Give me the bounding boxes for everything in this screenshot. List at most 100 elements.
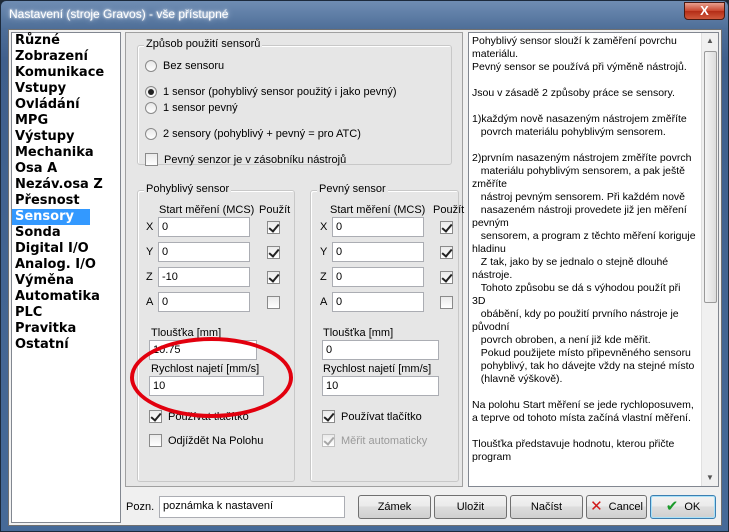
fixed_sensor-axis-x-field[interactable]: 0 (332, 217, 424, 237)
radio-no-sensor[interactable]: Bez sensoru (145, 60, 224, 72)
radio-circle[interactable] (145, 128, 157, 140)
sidebar-item[interactable]: Automatika (12, 289, 120, 305)
movable-speed-field[interactable]: 10 (149, 376, 264, 396)
go-away-checkbox[interactable]: Odjíždět Na Polohu (149, 434, 263, 447)
movable_sensor-axis-z-field[interactable]: -10 (158, 267, 250, 287)
fixed_sensor-axis-z-use-checkbox[interactable] (440, 271, 453, 284)
sidebar-item[interactable]: Osa A (12, 161, 120, 177)
fixed_sensor-axis-y-field[interactable]: 0 (332, 242, 424, 262)
movable_sensor-axis-a-use-checkbox[interactable] (267, 296, 280, 309)
sidebar-item[interactable]: PLC (12, 305, 120, 321)
checkbox-box[interactable] (149, 410, 162, 423)
help-panel[interactable]: Pohyblivý sensor slouží k zaměření povrc… (468, 32, 719, 487)
checkbox-label: Pevný senzor je v zásobníku nástrojů (164, 153, 347, 166)
movable_sensor-axis-z-use-checkbox[interactable] (267, 271, 280, 284)
movable_sensor-axis-a-field[interactable]: 0 (158, 292, 250, 312)
scroll-up-icon[interactable]: ▲ (702, 33, 718, 49)
sidebar-item[interactable]: Mechanika (12, 145, 120, 161)
fixed_sensor-axis-z-field[interactable]: 0 (332, 267, 424, 287)
sidebar-item[interactable]: Sensory (12, 209, 90, 225)
auto-measure-checkbox: Měřit automaticky (322, 434, 427, 447)
fixed_sensor-axis-x-use-checkbox[interactable] (440, 221, 453, 234)
ok-check-icon: ✔ (665, 498, 679, 515)
radio-circle[interactable] (145, 86, 157, 98)
checkbox-box[interactable] (145, 153, 158, 166)
checkbox-box[interactable] (149, 434, 162, 447)
fixed-in-magazine-checkbox[interactable]: Pevný senzor je v zásobníku nástrojů (145, 153, 346, 166)
ok-button[interactable]: ✔ OK (650, 495, 716, 519)
fixed_sensor-axis-a-use-checkbox[interactable] (440, 296, 453, 309)
checkbox-box (322, 434, 335, 447)
checkbox-label: Používat tlačítko (168, 410, 249, 423)
sidebar-item[interactable]: Zobrazení (12, 49, 120, 65)
movable_sensor-axis-label: A (146, 296, 154, 308)
title-bar[interactable]: Nastavení (stroje Gravos) - vše přístupn… (1, 1, 728, 29)
fixed_sensor-axis-y-use-checkbox[interactable] (440, 246, 453, 259)
radio-label: 1 sensor pevný (163, 102, 238, 114)
checkbox-label: Měřit automaticky (341, 434, 428, 447)
fixed_sensor-axis-label: Y (320, 246, 328, 258)
movable_sensor-axis-x-field[interactable]: 0 (158, 217, 250, 237)
fixed_sensor-axis-label: A (320, 296, 328, 308)
movable_sensor-axis-label: X (146, 221, 154, 233)
fixed-col-use: Použít (433, 204, 465, 216)
fixed_sensor-axis-a-field[interactable]: 0 (332, 292, 424, 312)
movable-col-start: Start měření (MCS) (159, 204, 255, 216)
movable-use-button-checkbox[interactable]: Používat tlačítko (149, 410, 249, 423)
radio-one-fixed-sensor[interactable]: 1 sensor pevný (145, 102, 238, 114)
sidebar-item[interactable]: MPG (12, 113, 120, 129)
movable-sensor-legend: Pohyblivý sensor (144, 183, 232, 195)
sensor-settings-panel: Způsob použití sensorů Bez sensoru 1 sen… (125, 32, 465, 487)
usage-group-legend: Způsob použití sensorů (144, 38, 263, 50)
movable_sensor-axis-y-use-checkbox[interactable] (267, 246, 280, 259)
fixed-speed-field[interactable]: 10 (322, 376, 439, 396)
movable_sensor-axis-label: Z (146, 271, 153, 283)
sidebar-item[interactable]: Ovládání (12, 97, 120, 113)
cancel-label: Cancel (608, 501, 643, 513)
checkbox-label: Používat tlačítko (341, 410, 422, 423)
radio-one-sensor-both[interactable]: 1 sensor (pohyblivý sensor použitý i jak… (145, 86, 397, 98)
movable-thickness-field[interactable]: 10.75 (149, 340, 257, 360)
sidebar-item[interactable]: Různé (12, 33, 120, 49)
scroll-thumb[interactable] (704, 51, 717, 303)
sidebar-item[interactable]: Výstupy (12, 129, 120, 145)
checkbox-box[interactable] (322, 410, 335, 423)
load-button[interactable]: Načíst (510, 495, 583, 519)
lock-button[interactable]: Zámek (358, 495, 431, 519)
cancel-x-icon: ✕ (590, 498, 603, 515)
sidebar-item[interactable]: Přesnost (12, 193, 120, 209)
sidebar-item[interactable]: Výměna (12, 273, 120, 289)
cancel-button[interactable]: ✕ Cancel (586, 495, 647, 519)
sidebar-item[interactable]: Nezáv.osa Z (12, 177, 120, 193)
sidebar-item[interactable]: Digital I/O (12, 241, 120, 257)
close-button[interactable]: X (684, 2, 725, 20)
radio-two-sensors[interactable]: 2 sensory (pohyblivý + pevný = pro ATC) (145, 128, 361, 140)
radio-circle[interactable] (145, 102, 157, 114)
fixed-col-start: Start měření (MCS) (330, 204, 426, 216)
bottom-bar: Pozn. poznámka k nastavení Zámek Uložit … (121, 492, 721, 524)
sidebar-item[interactable]: Ostatní (12, 337, 120, 353)
movable_sensor-axis-x-use-checkbox[interactable] (267, 221, 280, 234)
scroll-down-icon[interactable]: ▼ (702, 470, 718, 486)
fixed-thickness-label: Tloušťka [mm] (323, 327, 394, 339)
fixed-sensor-legend: Pevný sensor (317, 183, 388, 195)
movable-speed-label: Rychlost najetí [mm/s] (151, 363, 260, 375)
movable_sensor-axis-y-field[interactable]: 0 (158, 242, 250, 262)
category-list[interactable]: Různé Zobrazení Komunikace Vstupy Ovládání MP… (11, 32, 121, 523)
help-scrollbar[interactable]: ▲ ▼ (701, 33, 718, 486)
note-field[interactable]: poznámka k nastavení (159, 496, 345, 518)
sidebar-item[interactable]: Pravitka (12, 321, 120, 337)
note-label: Pozn. (126, 501, 155, 513)
sidebar-item[interactable]: Sonda (12, 225, 120, 241)
save-button[interactable]: Uložit (434, 495, 507, 519)
sidebar-item[interactable]: Komunikace (12, 65, 120, 81)
sidebar-item[interactable]: Vstupy (12, 81, 120, 97)
radio-circle[interactable] (145, 60, 157, 72)
fixed-use-button-checkbox[interactable]: Používat tlačítko (322, 410, 422, 423)
settings-window: Nastavení (stroje Gravos) - vše přístupn… (0, 0, 729, 532)
radio-label: Bez sensoru (163, 60, 225, 72)
movable-thickness-label: Tloušťka [mm] (151, 327, 222, 339)
radio-label: 2 sensory (pohyblivý + pevný = pro ATC) (163, 128, 361, 140)
sidebar-item[interactable]: Analog. I/O (12, 257, 120, 273)
fixed-thickness-field[interactable]: 0 (322, 340, 439, 360)
